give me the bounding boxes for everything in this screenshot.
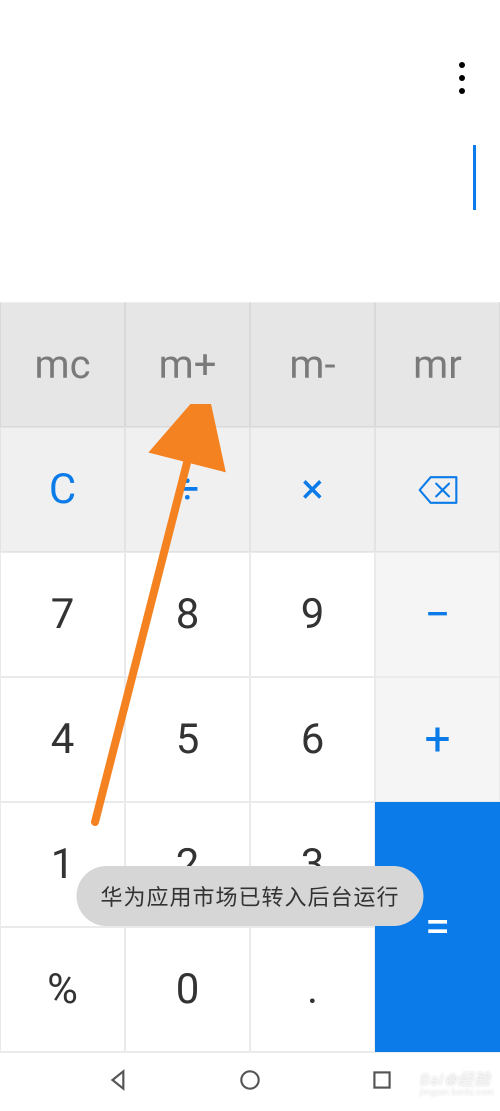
- nav-home-icon[interactable]: [237, 1067, 263, 1097]
- calculator-display[interactable]: [0, 115, 500, 305]
- digit-8-button[interactable]: 8: [125, 552, 250, 677]
- equals-button[interactable]: =: [375, 802, 500, 1052]
- digit-6-button[interactable]: 6: [250, 677, 375, 802]
- digit-0-button[interactable]: 0: [125, 927, 250, 1052]
- multiply-button[interactable]: ×: [250, 427, 375, 552]
- plus-button[interactable]: +: [375, 677, 500, 802]
- memory-recall-button[interactable]: mr: [375, 302, 500, 427]
- more-options-icon[interactable]: [450, 58, 474, 98]
- memory-plus-button[interactable]: m+: [125, 302, 250, 427]
- keypad: mc m+ m- mr C ÷ × 7 8 9 − 4 5 6 + 1 2 3 …: [0, 302, 500, 1052]
- divide-button[interactable]: ÷: [125, 427, 250, 552]
- clear-button[interactable]: C: [0, 427, 125, 552]
- backspace-button[interactable]: [375, 427, 500, 552]
- digit-9-button[interactable]: 9: [250, 552, 375, 677]
- minus-button[interactable]: −: [375, 552, 500, 677]
- decimal-button[interactable]: .: [250, 927, 375, 1052]
- system-navbar: [0, 1052, 500, 1111]
- topbar: [0, 0, 500, 115]
- nav-back-icon[interactable]: [106, 1067, 132, 1097]
- digit-5-button[interactable]: 5: [125, 677, 250, 802]
- backspace-icon: [416, 468, 460, 512]
- system-toast: 华为应用市场已转入后台运行: [76, 866, 423, 926]
- digit-4-button[interactable]: 4: [0, 677, 125, 802]
- text-cursor: [473, 145, 476, 210]
- memory-clear-button[interactable]: mc: [0, 302, 125, 427]
- nav-recent-icon[interactable]: [369, 1067, 395, 1097]
- percent-button[interactable]: %: [0, 927, 125, 1052]
- memory-minus-button[interactable]: m-: [250, 302, 375, 427]
- digit-7-button[interactable]: 7: [0, 552, 125, 677]
